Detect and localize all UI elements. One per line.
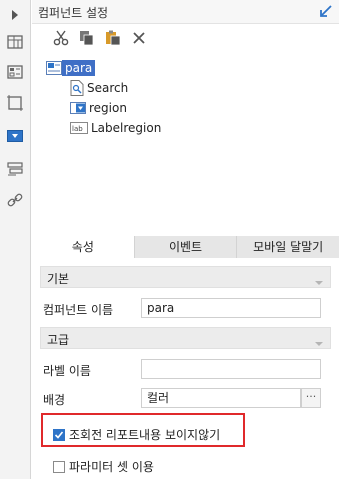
tree-node-label: Search bbox=[87, 81, 129, 95]
checkbox-label: 파라미터 셋 이용 bbox=[69, 460, 154, 474]
chevron-down-icon bbox=[314, 336, 324, 350]
tree-node-labelregion[interactable]: lab Labelregion bbox=[70, 119, 164, 137]
label-name-label: 라벨 이름 bbox=[43, 364, 91, 378]
label-name-input[interactable] bbox=[141, 359, 321, 379]
layout-grid-icon[interactable] bbox=[4, 31, 26, 53]
expand-arrow-icon[interactable] bbox=[4, 4, 26, 26]
cut-icon[interactable] bbox=[52, 29, 70, 47]
hide-before-query-checkbox[interactable]: 조회전 리포트내용 보이지않기 bbox=[53, 426, 220, 443]
property-tabs: 속성 이벤트 모바일 달말기 bbox=[32, 236, 339, 258]
panel-header: 컴퍼넌트 설정 bbox=[32, 0, 339, 24]
section-title: 고급 bbox=[47, 333, 70, 347]
tree-node-root[interactable]: para bbox=[46, 59, 96, 77]
tree-node-label: Labelregion bbox=[91, 121, 162, 135]
combo-dropdown-icon[interactable] bbox=[4, 125, 26, 147]
form-grid-icon[interactable] bbox=[4, 61, 26, 83]
component-name-label: 컴퍼넌트 이름 bbox=[43, 303, 114, 317]
properties-panel: 기본 컴퍼넌트 이름 para 고급 라벨 이름 배경 컬러 ··· 조회전 리… bbox=[32, 258, 339, 479]
checkbox-checked-icon bbox=[53, 428, 65, 441]
parameter-set-checkbox[interactable]: 파라미터 셋 이용 bbox=[53, 458, 154, 475]
link-icon[interactable] bbox=[4, 189, 26, 211]
delete-icon[interactable] bbox=[130, 29, 148, 47]
background-input[interactable]: 컬러 bbox=[141, 388, 301, 408]
tab-properties[interactable]: 속성 bbox=[32, 236, 135, 258]
background-more-button[interactable]: ··· bbox=[301, 388, 321, 408]
component-tree: para Search region lab Labelregion bbox=[32, 56, 339, 236]
panel-title: 컴퍼넌트 설정 bbox=[38, 6, 109, 20]
tree-node-region[interactable]: region bbox=[70, 99, 130, 117]
tree-node-label: region bbox=[89, 101, 127, 115]
chevron-down-icon bbox=[314, 275, 324, 289]
search-doc-icon bbox=[70, 80, 84, 96]
paste-icon[interactable] bbox=[104, 29, 122, 47]
tab-events[interactable]: 이벤트 bbox=[134, 236, 238, 258]
component-name-input[interactable]: para bbox=[141, 298, 321, 318]
stack-icon[interactable] bbox=[4, 158, 26, 180]
section-basic[interactable]: 기본 bbox=[40, 266, 331, 288]
dock-arrow-icon[interactable] bbox=[319, 4, 333, 21]
tree-node-search[interactable]: Search bbox=[70, 79, 131, 97]
section-title: 기본 bbox=[47, 272, 70, 286]
svg-text:lab: lab bbox=[72, 125, 83, 133]
tree-node-label: para bbox=[62, 60, 96, 76]
tab-mobile[interactable]: 모바일 달말기 bbox=[237, 236, 339, 258]
checkbox-label: 조회전 리포트내용 보이지않기 bbox=[69, 428, 221, 442]
form-root-icon bbox=[46, 61, 62, 75]
copy-icon[interactable] bbox=[78, 29, 96, 47]
label-icon: lab bbox=[70, 122, 88, 134]
combo-icon bbox=[70, 102, 86, 114]
section-advanced[interactable]: 고급 bbox=[40, 327, 331, 349]
edit-toolbar bbox=[32, 25, 339, 51]
checkbox-unchecked-icon bbox=[53, 460, 65, 473]
frame-icon[interactable] bbox=[4, 92, 26, 114]
background-label: 배경 bbox=[43, 393, 66, 407]
left-toolbar bbox=[0, 0, 31, 479]
